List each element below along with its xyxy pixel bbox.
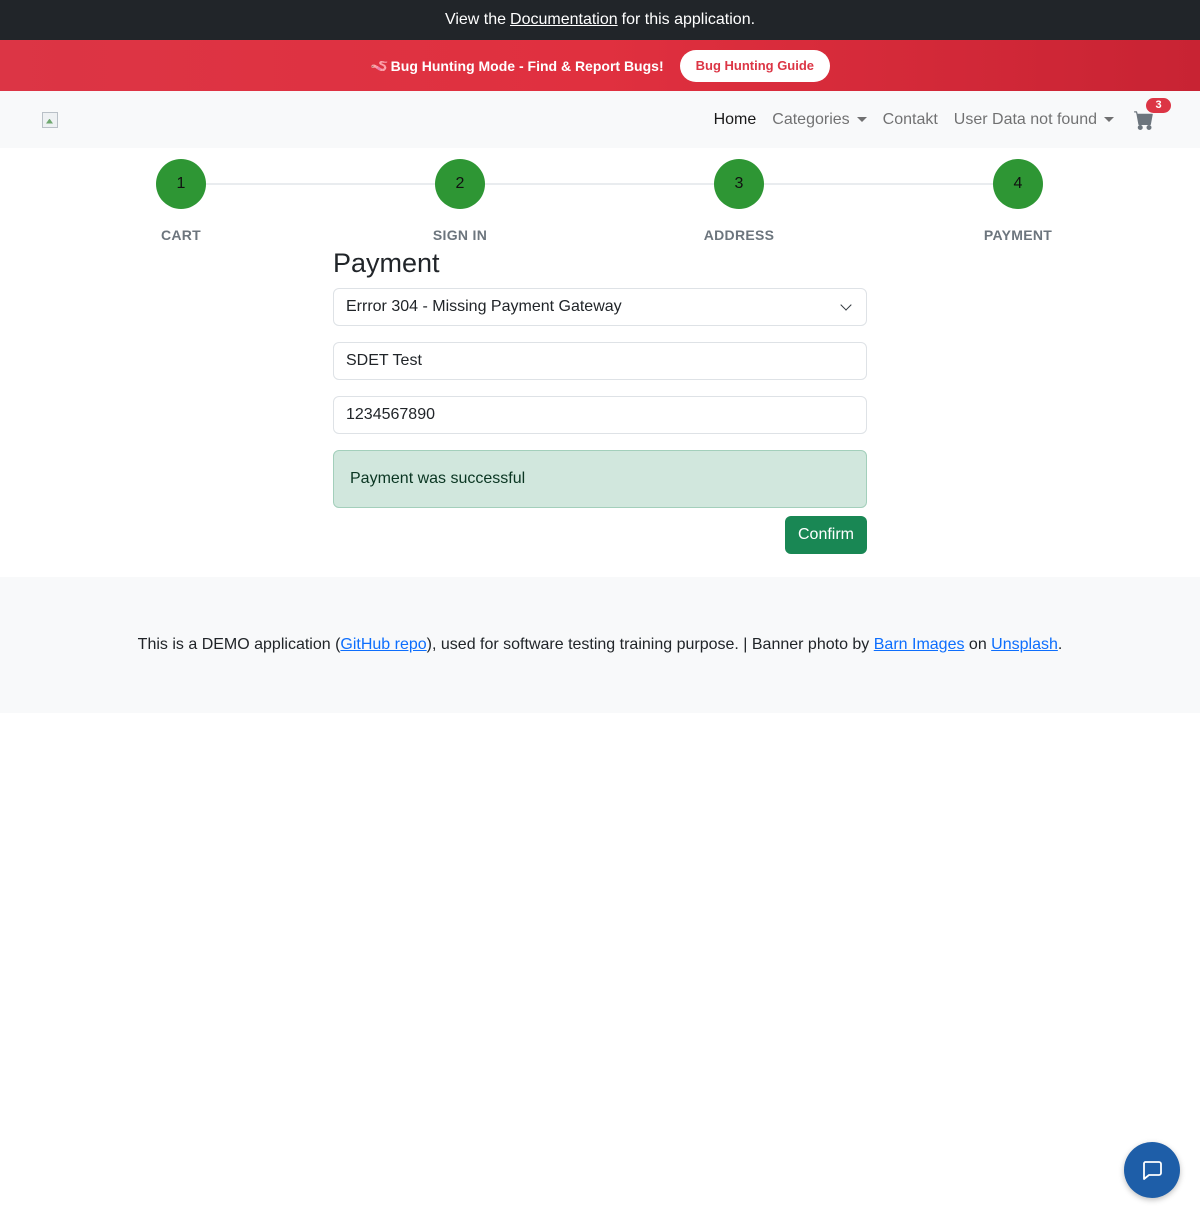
footer: This is a DEMO application (GitHub repo)… [0, 577, 1200, 713]
step-number: 2 [435, 159, 485, 209]
step-payment: 4 PAYMENT [968, 159, 1068, 243]
chat-icon [1143, 1161, 1162, 1180]
nav-contact-link[interactable]: Contakt [883, 111, 938, 129]
step-address: 3 ADDRESS [689, 159, 789, 243]
chat-button[interactable] [1124, 1142, 1180, 1198]
cart-count-badge: 3 [1146, 97, 1171, 113]
bug-hunting-text: Bug Hunting Mode - Find & Report Bugs! [390, 57, 664, 74]
bug-icon: 🪱 [369, 57, 389, 75]
cardholder-name-field[interactable]: SDET Test [333, 342, 867, 380]
step-label: CART [160, 227, 202, 243]
barn-images-link[interactable]: Barn Images [874, 636, 965, 653]
payment-gateway-value: Errror 304 - Missing Payment Gateway [346, 298, 622, 315]
step-label: ADDRESS [703, 227, 775, 243]
github-repo-link[interactable]: GitHub repo [340, 636, 426, 653]
unsplash-link[interactable]: Unsplash [991, 636, 1058, 653]
footer-text-part: . [1057, 636, 1063, 653]
nav-home-link[interactable]: Home [714, 111, 757, 129]
nav-categories-label: Categories [772, 110, 850, 128]
stepper-line [181, 183, 1019, 185]
documentation-bar: View the Documentation for this applicat… [0, 0, 1200, 40]
nav-user-dropdown[interactable]: User Data not found [954, 111, 1114, 129]
footer-text-part: This is a DEMO application ( [137, 636, 341, 653]
cart-icon [1134, 110, 1153, 130]
payment-success-alert: Payment was successful [333, 450, 867, 508]
chevron-down-icon [840, 299, 852, 311]
nav-links: Home Categories Contakt User Data not fo… [698, 97, 1171, 132]
nav-user-label: User Data not found [953, 110, 1097, 128]
step-sign-in: 2 SIGN IN [410, 159, 510, 243]
footer-text-part: on [964, 636, 992, 653]
cart-button[interactable]: 3 [1134, 97, 1171, 132]
footer-text: This is a DEMO application (GitHub repo)… [138, 636, 1063, 654]
step-cart: 1 CART [131, 159, 231, 243]
caret-down-icon [856, 117, 867, 122]
confirm-row: Confirm [333, 516, 867, 554]
main-navbar: Home Categories Contakt User Data not fo… [0, 91, 1200, 148]
alert-message: Payment was successful [350, 470, 526, 487]
step-number: 3 [714, 159, 764, 209]
step-label: SIGN IN [432, 227, 488, 243]
nav-categories-dropdown[interactable]: Categories [772, 110, 867, 129]
documentation-link[interactable]: Documentation [510, 11, 618, 29]
caret-down-icon [1104, 117, 1114, 122]
step-number: 1 [156, 159, 206, 209]
doc-bar-suffix: for this application. [621, 11, 756, 28]
payment-gateway-select[interactable]: Errror 304 - Missing Payment Gateway [333, 288, 867, 326]
bug-hunting-banner: 🪱 Bug Hunting Mode - Find & Report Bugs!… [0, 40, 1200, 91]
page-title: Payment [333, 248, 440, 278]
doc-bar-prefix: View the [444, 11, 507, 28]
card-number-value: 1234567890 [346, 406, 435, 423]
step-number: 4 [993, 159, 1043, 209]
step-label: PAYMENT [983, 227, 1053, 243]
payment-form: Payment Errror 304 - Missing Payment Gat… [333, 247, 867, 554]
footer-text-part: ), used for software testing training pu… [426, 636, 874, 653]
cardholder-name-value: SDET Test [346, 352, 422, 369]
checkout-stepper: 1 CART 2 SIGN IN 3 ADDRESS 4 PAYMENT [0, 148, 1200, 248]
card-number-field[interactable]: 1234567890 [333, 396, 867, 434]
confirm-button[interactable]: Confirm [784, 516, 867, 554]
bug-hunting-guide-button[interactable]: Bug Hunting Guide [679, 49, 831, 82]
logo-broken-image-icon[interactable] [42, 111, 58, 128]
